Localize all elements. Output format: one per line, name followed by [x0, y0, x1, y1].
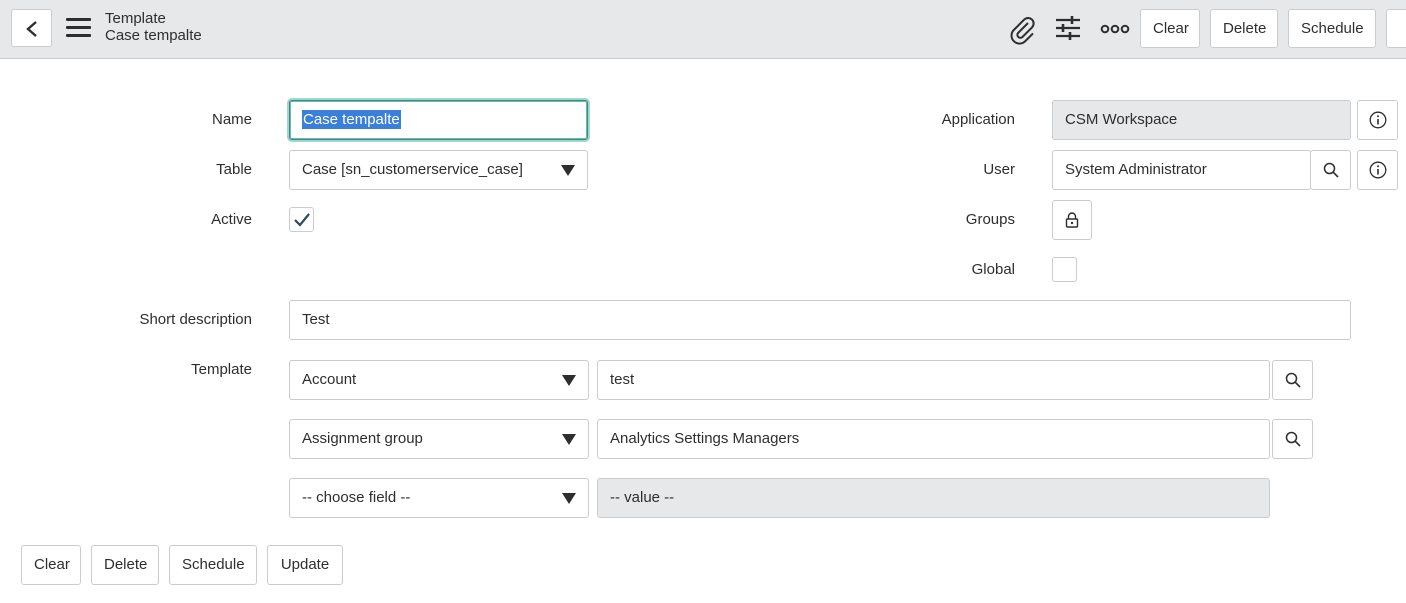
user-lookup-button[interactable]	[1310, 150, 1351, 190]
table-select[interactable]: Case [sn_customerservice_case]	[289, 150, 588, 190]
table-label: Table	[216, 161, 252, 178]
template-value-text: -- value --	[610, 489, 675, 506]
active-label: Active	[211, 211, 252, 228]
lock-icon	[1065, 212, 1079, 228]
template-value-field[interactable]: test	[597, 360, 1270, 400]
template-value-text: test	[610, 371, 635, 388]
groups-label: Groups	[965, 211, 1015, 228]
footer-update-button[interactable]: Update	[267, 545, 343, 585]
template-value-field: -- value --	[597, 478, 1270, 518]
user-field-value: System Administrator	[1065, 161, 1207, 178]
back-chevron-icon	[26, 21, 37, 37]
checkmark-icon	[294, 213, 310, 227]
template-lookup-button[interactable]	[1272, 360, 1313, 400]
user-label: User	[983, 161, 1015, 178]
back-button[interactable]	[11, 9, 52, 47]
global-checkbox[interactable]	[1052, 257, 1077, 282]
footer-schedule-button[interactable]: Schedule	[169, 545, 257, 585]
application-info-button[interactable]	[1357, 100, 1398, 140]
more-options-icon[interactable]	[1099, 14, 1131, 46]
page-title: Template	[105, 10, 166, 27]
chevron-down-icon	[561, 165, 575, 176]
template-value-field[interactable]: Analytics Settings Managers	[597, 419, 1270, 459]
search-icon	[1285, 372, 1301, 388]
table-select-value: Case [sn_customerservice_case]	[302, 161, 523, 178]
template-label: Template	[191, 361, 252, 378]
application-field-value: CSM Workspace	[1065, 111, 1178, 128]
user-field[interactable]: System Administrator	[1052, 150, 1311, 190]
template-field-value: Account	[302, 371, 357, 388]
application-label: Application	[941, 111, 1015, 128]
name-label: Name	[211, 111, 252, 128]
short-description-value: Test	[302, 311, 330, 328]
template-lookup-button[interactable]	[1272, 419, 1313, 459]
chevron-down-icon	[562, 434, 576, 445]
template-field-select[interactable]: Account	[289, 360, 589, 400]
application-field: CSM Workspace	[1052, 100, 1351, 140]
template-field-value: Assignment group	[302, 430, 423, 447]
search-icon	[1285, 431, 1301, 447]
search-icon	[1323, 162, 1339, 178]
chevron-down-icon	[562, 375, 576, 386]
template-field-value: -- choose field --	[302, 489, 411, 506]
groups-unlock-button[interactable]	[1052, 200, 1092, 240]
header-schedule-button[interactable]: Schedule	[1288, 9, 1376, 48]
info-icon	[1369, 161, 1386, 179]
footer-clear-button[interactable]: Clear	[21, 545, 81, 585]
short-description-label: Short description	[139, 311, 252, 328]
user-info-button[interactable]	[1357, 150, 1398, 190]
footer-delete-button[interactable]: Delete	[91, 545, 159, 585]
name-field-value: Case tempalte	[302, 110, 401, 129]
info-icon	[1369, 111, 1386, 129]
template-field-select[interactable]: -- choose field --	[289, 478, 589, 518]
global-label: Global	[971, 261, 1015, 278]
hamburger-menu-icon[interactable]	[64, 16, 92, 40]
header-clear-button[interactable]: Clear	[1140, 9, 1200, 48]
page-subtitle: Case tempalte	[105, 27, 202, 44]
chevron-down-icon	[562, 493, 576, 504]
active-checkbox[interactable]	[289, 207, 314, 232]
header-delete-button[interactable]: Delete	[1210, 9, 1278, 48]
name-field[interactable]: Case tempalte	[289, 100, 588, 140]
template-field-select[interactable]: Assignment group	[289, 419, 589, 459]
paperclip-icon[interactable]	[1006, 14, 1038, 46]
short-description-field[interactable]: Test	[289, 300, 1351, 340]
form-header: Template Case tempalte Clear Delete Sche…	[0, 0, 1406, 59]
header-update-button[interactable]: U	[1386, 9, 1406, 48]
template-value-text: Analytics Settings Managers	[610, 430, 800, 447]
sliders-icon[interactable]	[1053, 14, 1085, 46]
